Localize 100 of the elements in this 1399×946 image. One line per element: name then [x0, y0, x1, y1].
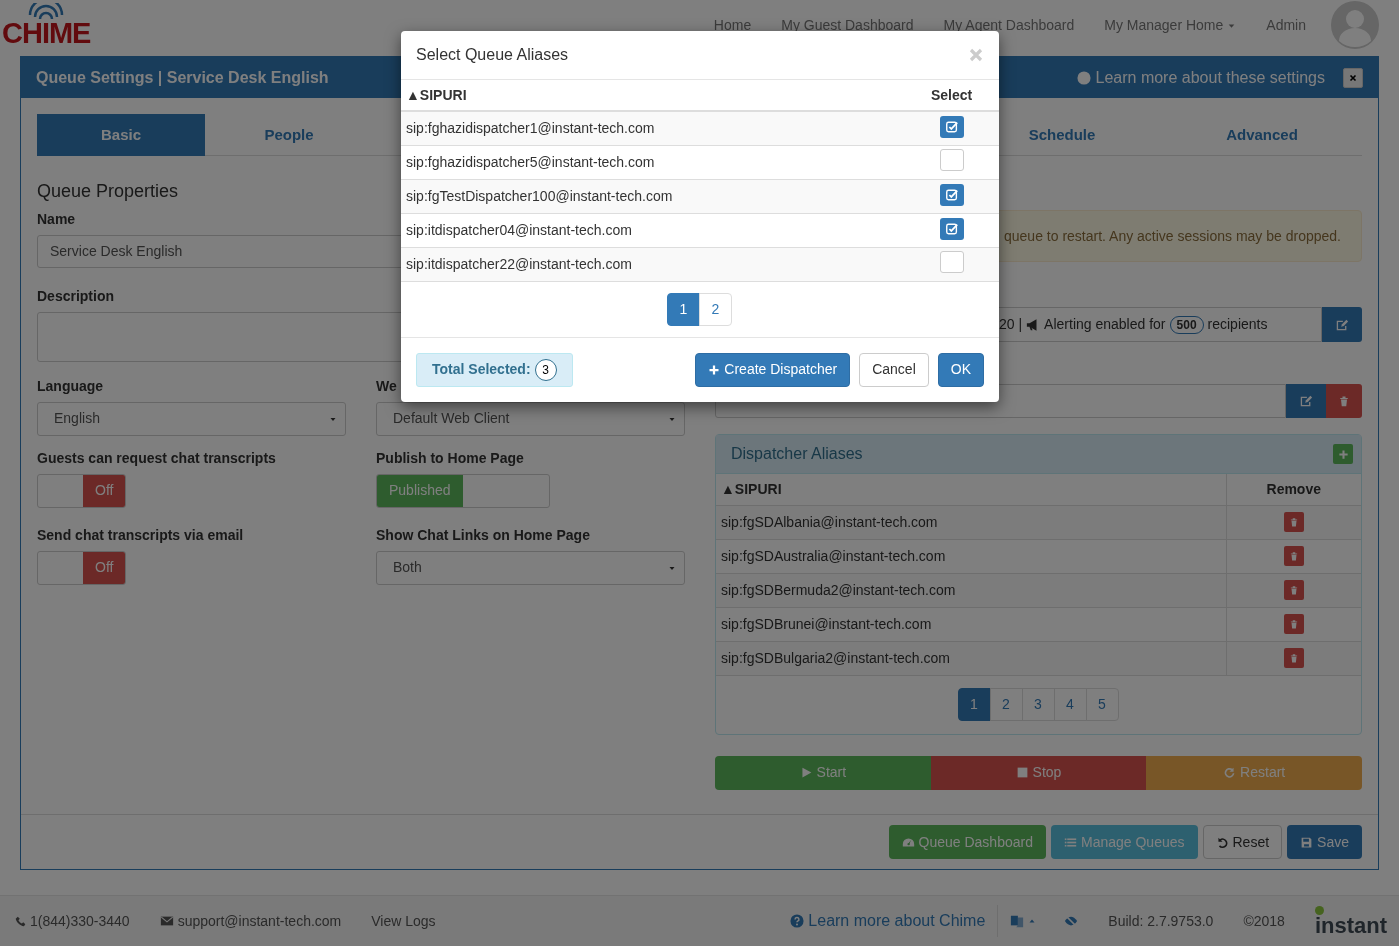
table-cell: sip:fgSDAustralia@instant-tech.com	[716, 539, 1226, 573]
alerting-text: recipients	[1207, 315, 1268, 334]
table-cell: sip:fghazidispatcher1@instant-tech.com	[401, 111, 904, 145]
field-label: Send chat transcripts via email	[37, 525, 245, 545]
panel-title: Queue Settings | Service Desk English	[36, 67, 329, 88]
table-cell: sip:fgSDAlbania@instant-tech.com	[716, 505, 1226, 539]
nav-link[interactable]: Admin	[1251, 14, 1321, 36]
eye-slash-icon	[1064, 914, 1079, 928]
field-label: Description	[37, 286, 115, 306]
tab[interactable]: Basic	[37, 114, 205, 156]
page-button[interactable]: 1	[667, 292, 700, 326]
tab[interactable]: Schedule	[962, 114, 1162, 156]
help-link[interactable]: Learn more about Chime	[808, 909, 986, 933]
speech-dot-icon	[1314, 905, 1324, 915]
edit-icon	[1299, 394, 1313, 408]
delete-button[interactable]	[1283, 511, 1304, 532]
page-button[interactable]: 4	[1053, 687, 1087, 721]
field-label: Guests can request chat transcripts	[37, 448, 277, 468]
table-cell: sip:fghazidispatcher5@instant-tech.com	[401, 145, 904, 179]
field-label: We	[376, 376, 398, 396]
checkbox[interactable]	[939, 116, 964, 139]
select-dropdown[interactable]: Default Web Client	[376, 401, 685, 436]
email-link[interactable]: support@instant-tech.com	[177, 910, 342, 932]
nav-link[interactable]: My Manager Home	[1089, 14, 1252, 36]
refresh-icon	[1223, 766, 1237, 779]
toggle-switch[interactable]: Off	[37, 550, 127, 585]
check-square-icon	[944, 222, 959, 236]
checkbox[interactable]	[939, 250, 964, 273]
dashboard-button[interactable]: Queue Dashboard	[888, 825, 1046, 859]
table-cell: sip:itdispatcher22@instant-tech.com	[401, 247, 904, 281]
edit-button[interactable]	[1286, 384, 1326, 418]
field-label: Show Chat Links on Home Page	[376, 525, 591, 545]
cancel-button[interactable]: Cancel	[859, 352, 929, 387]
delete-button[interactable]	[1283, 579, 1304, 600]
toggle-switch[interactable]: Off	[37, 473, 127, 508]
count-badge: 3	[534, 358, 557, 381]
delete-button[interactable]	[1283, 545, 1304, 566]
total-label-text: Total Selected:	[432, 360, 531, 379]
page-button[interactable]: 3	[1021, 687, 1055, 721]
delete-button[interactable]	[1283, 647, 1304, 668]
caret-icon	[1028, 917, 1037, 925]
trash-icon	[1338, 395, 1350, 407]
edit-button[interactable]	[1322, 307, 1362, 342]
help-link[interactable]: Learn more about these settings	[1076, 65, 1325, 90]
phone-icon	[15, 915, 26, 927]
select-dropdown[interactable]: English	[37, 401, 346, 436]
list-icon	[1063, 835, 1077, 849]
save-button[interactable]: Save	[1287, 825, 1362, 859]
column-header: Remove	[1226, 474, 1361, 505]
reset-button[interactable]: Reset	[1202, 825, 1283, 859]
table-cell: sip:fgSDBrunei@instant-tech.com	[716, 607, 1226, 641]
build-version: Build: 2.7.9753.0	[1108, 911, 1214, 931]
ok-button[interactable]: OK	[937, 352, 984, 387]
tab[interactable]: People	[205, 114, 373, 156]
tab[interactable]: Advanced	[1162, 114, 1362, 156]
phone-number: 1(844)330-3440	[30, 911, 130, 931]
select-dropdown[interactable]: Both	[376, 550, 685, 585]
modal-title: Select Queue Aliases	[416, 45, 569, 65]
visibility-button[interactable]	[1064, 914, 1079, 928]
page-button[interactable]: 2	[989, 687, 1023, 721]
aliases-title: Dispatcher Aliases	[731, 444, 863, 464]
close-icon	[968, 47, 984, 63]
copyright-text: ©2018	[1243, 911, 1285, 931]
close-button[interactable]	[1343, 67, 1363, 88]
page-button[interactable]: 5	[1085, 687, 1119, 721]
delete-button[interactable]	[1326, 384, 1362, 418]
table-cell: sip:fgTestDispatcher100@instant-tech.com	[401, 179, 904, 213]
alerting-text: Alerting enabled for	[1044, 315, 1166, 334]
table-cell: sip:itdispatcher04@instant-tech.com	[401, 213, 904, 247]
stop-button[interactable]: Stop	[930, 755, 1147, 790]
plus-icon	[1337, 448, 1349, 460]
field-label: Name	[37, 209, 77, 229]
restart-button[interactable]: Restart	[1146, 755, 1362, 790]
gauge-icon	[901, 835, 915, 849]
table-cell: sip:fgSDBermuda2@instant-tech.com	[716, 573, 1226, 607]
page-button[interactable]: 2	[699, 292, 732, 326]
alerting-text: 20 |	[999, 315, 1023, 334]
close-button[interactable]	[968, 47, 984, 63]
check-square-icon	[944, 188, 959, 202]
page-button[interactable]: 1	[957, 687, 991, 721]
start-button[interactable]: Start	[715, 755, 931, 790]
undo-icon	[1215, 835, 1229, 849]
section-title: Queue Properties	[37, 181, 179, 203]
checkbox[interactable]	[939, 148, 964, 171]
view-logs-link[interactable]: View Logs	[371, 910, 436, 932]
toggle-switch[interactable]: Published	[376, 473, 550, 508]
close-icon	[1348, 72, 1358, 83]
language-button[interactable]	[1010, 914, 1037, 928]
delete-button[interactable]	[1283, 613, 1304, 634]
checkbox[interactable]	[939, 218, 964, 240]
field-label: Publish to Home Page	[376, 448, 525, 468]
edit-icon	[1335, 317, 1349, 332]
play-icon	[799, 766, 813, 779]
column-header[interactable]: ▲SIPURI	[716, 474, 1226, 505]
manage-button[interactable]: Manage Queues	[1050, 825, 1198, 859]
add-button[interactable]	[1333, 444, 1353, 464]
create-button[interactable]: Create Dispatcher	[695, 352, 851, 387]
plus-icon	[708, 363, 721, 376]
checkbox[interactable]	[939, 184, 964, 206]
user-avatar-icon[interactable]	[1331, 1, 1379, 49]
